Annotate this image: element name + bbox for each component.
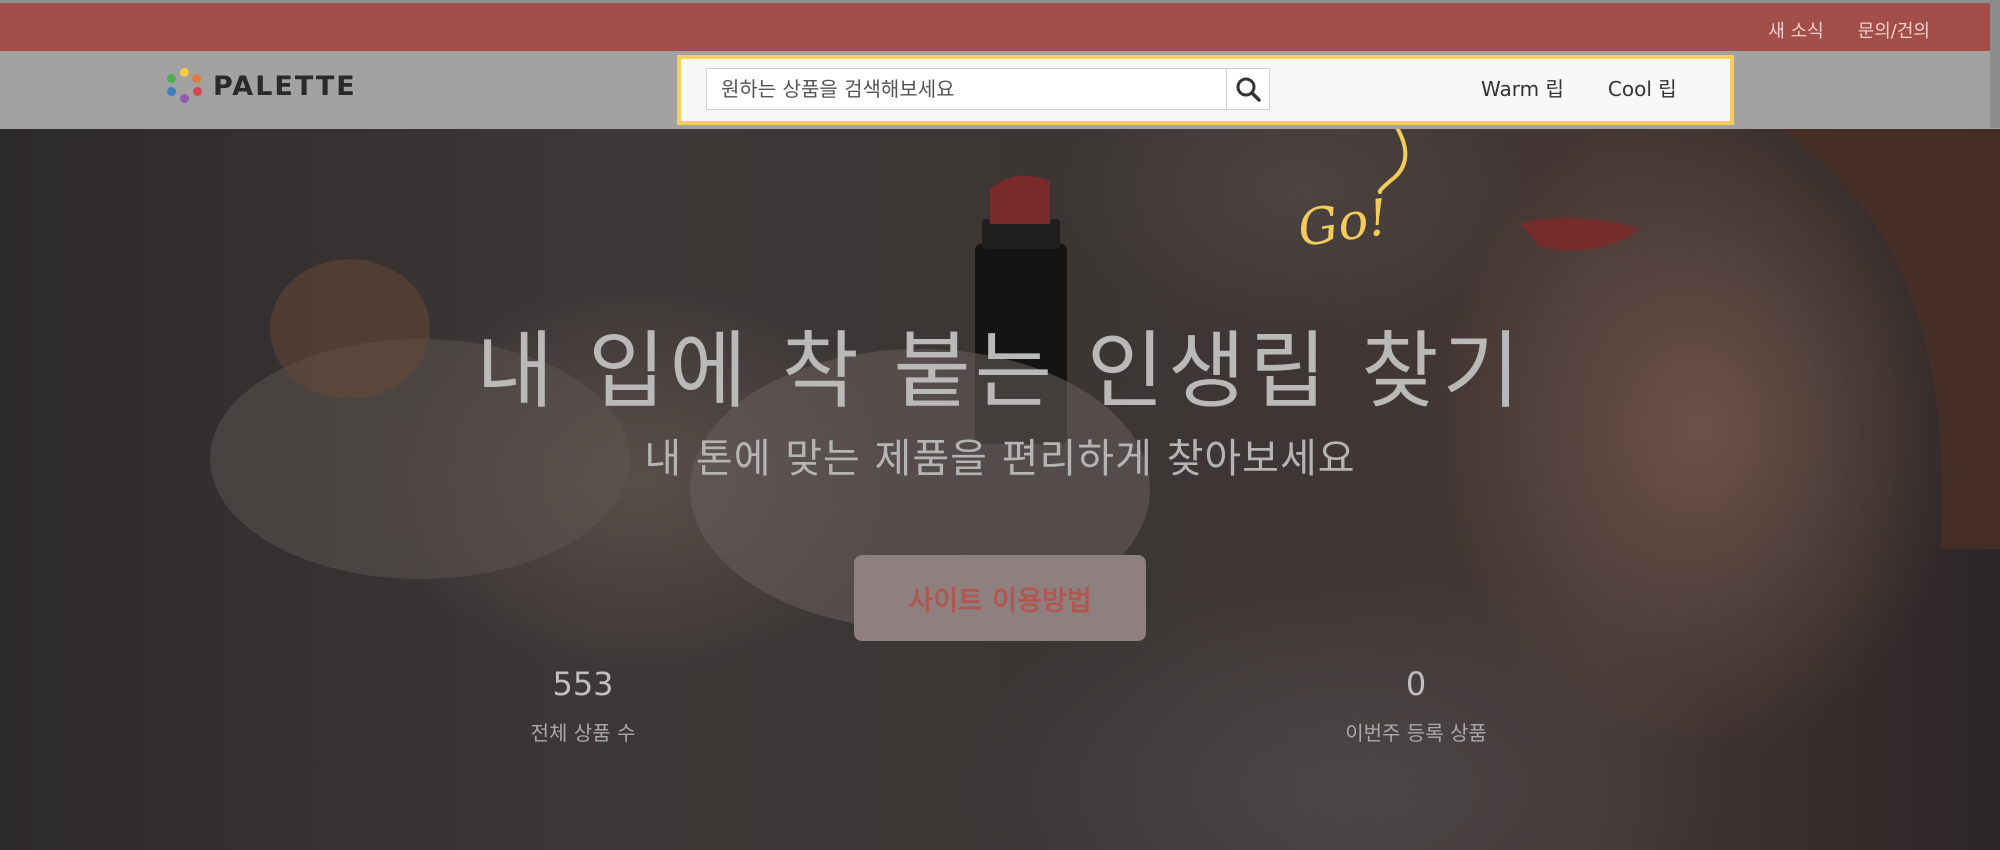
stat-weekly-products: 0 이번주 등록 상품: [1306, 665, 1526, 746]
lipstick-bullet: [990, 175, 1050, 224]
stat-label: 이번주 등록 상품: [1345, 721, 1487, 745]
stat-value: 0: [1405, 665, 1427, 703]
search-input[interactable]: [707, 69, 1227, 109]
search-nav-highlight: Warm 립 Cool 립: [677, 55, 1734, 125]
search-box: [706, 68, 1270, 110]
stat-label: 전체 상품 수: [530, 721, 636, 745]
annotation-arrow: [1377, 129, 1408, 194]
lip-tabs: Warm 립 Cool 립: [1481, 73, 1677, 102]
scrollbar[interactable]: [1990, 0, 2000, 128]
hero-background-art: [210, 129, 2000, 629]
go-annotation: Go!: [1294, 188, 1392, 258]
inquiry-link[interactable]: 문의/건의: [1858, 17, 1930, 43]
how-to-use-button[interactable]: 사이트 이용방법: [854, 555, 1146, 641]
tab-warm-lip[interactable]: Warm 립: [1481, 73, 1564, 102]
search-icon: [1236, 77, 1261, 102]
tab-cool-lip[interactable]: Cool 립: [1608, 73, 1677, 102]
stat-value: 553: [552, 665, 614, 703]
stat-total-products: 553 전체 상품 수: [473, 665, 693, 746]
search-button[interactable]: [1226, 69, 1269, 109]
hero-headline: 내 입에 착 붙는 인생립 찾기: [476, 322, 1524, 420]
hero-subheadline: 내 톤에 맞는 제품을 편리하게 찾아보세요: [644, 436, 1356, 482]
top-utility-bar: 새 소식 문의/건의: [0, 0, 2000, 51]
palette-dots-icon: [165, 67, 203, 105]
top-links: 새 소식 문의/건의: [1768, 17, 1930, 43]
logo[interactable]: PALETTE: [165, 67, 357, 105]
logo-text: PALETTE: [213, 70, 357, 102]
hero-section: Go! 내 입에 착 붙는 인생립 찾기 내 톤에 맞는 제품을 편리하게 찾아…: [0, 129, 2000, 850]
lips-shape: [1520, 217, 1640, 251]
news-link[interactable]: 새 소식: [1768, 17, 1823, 43]
